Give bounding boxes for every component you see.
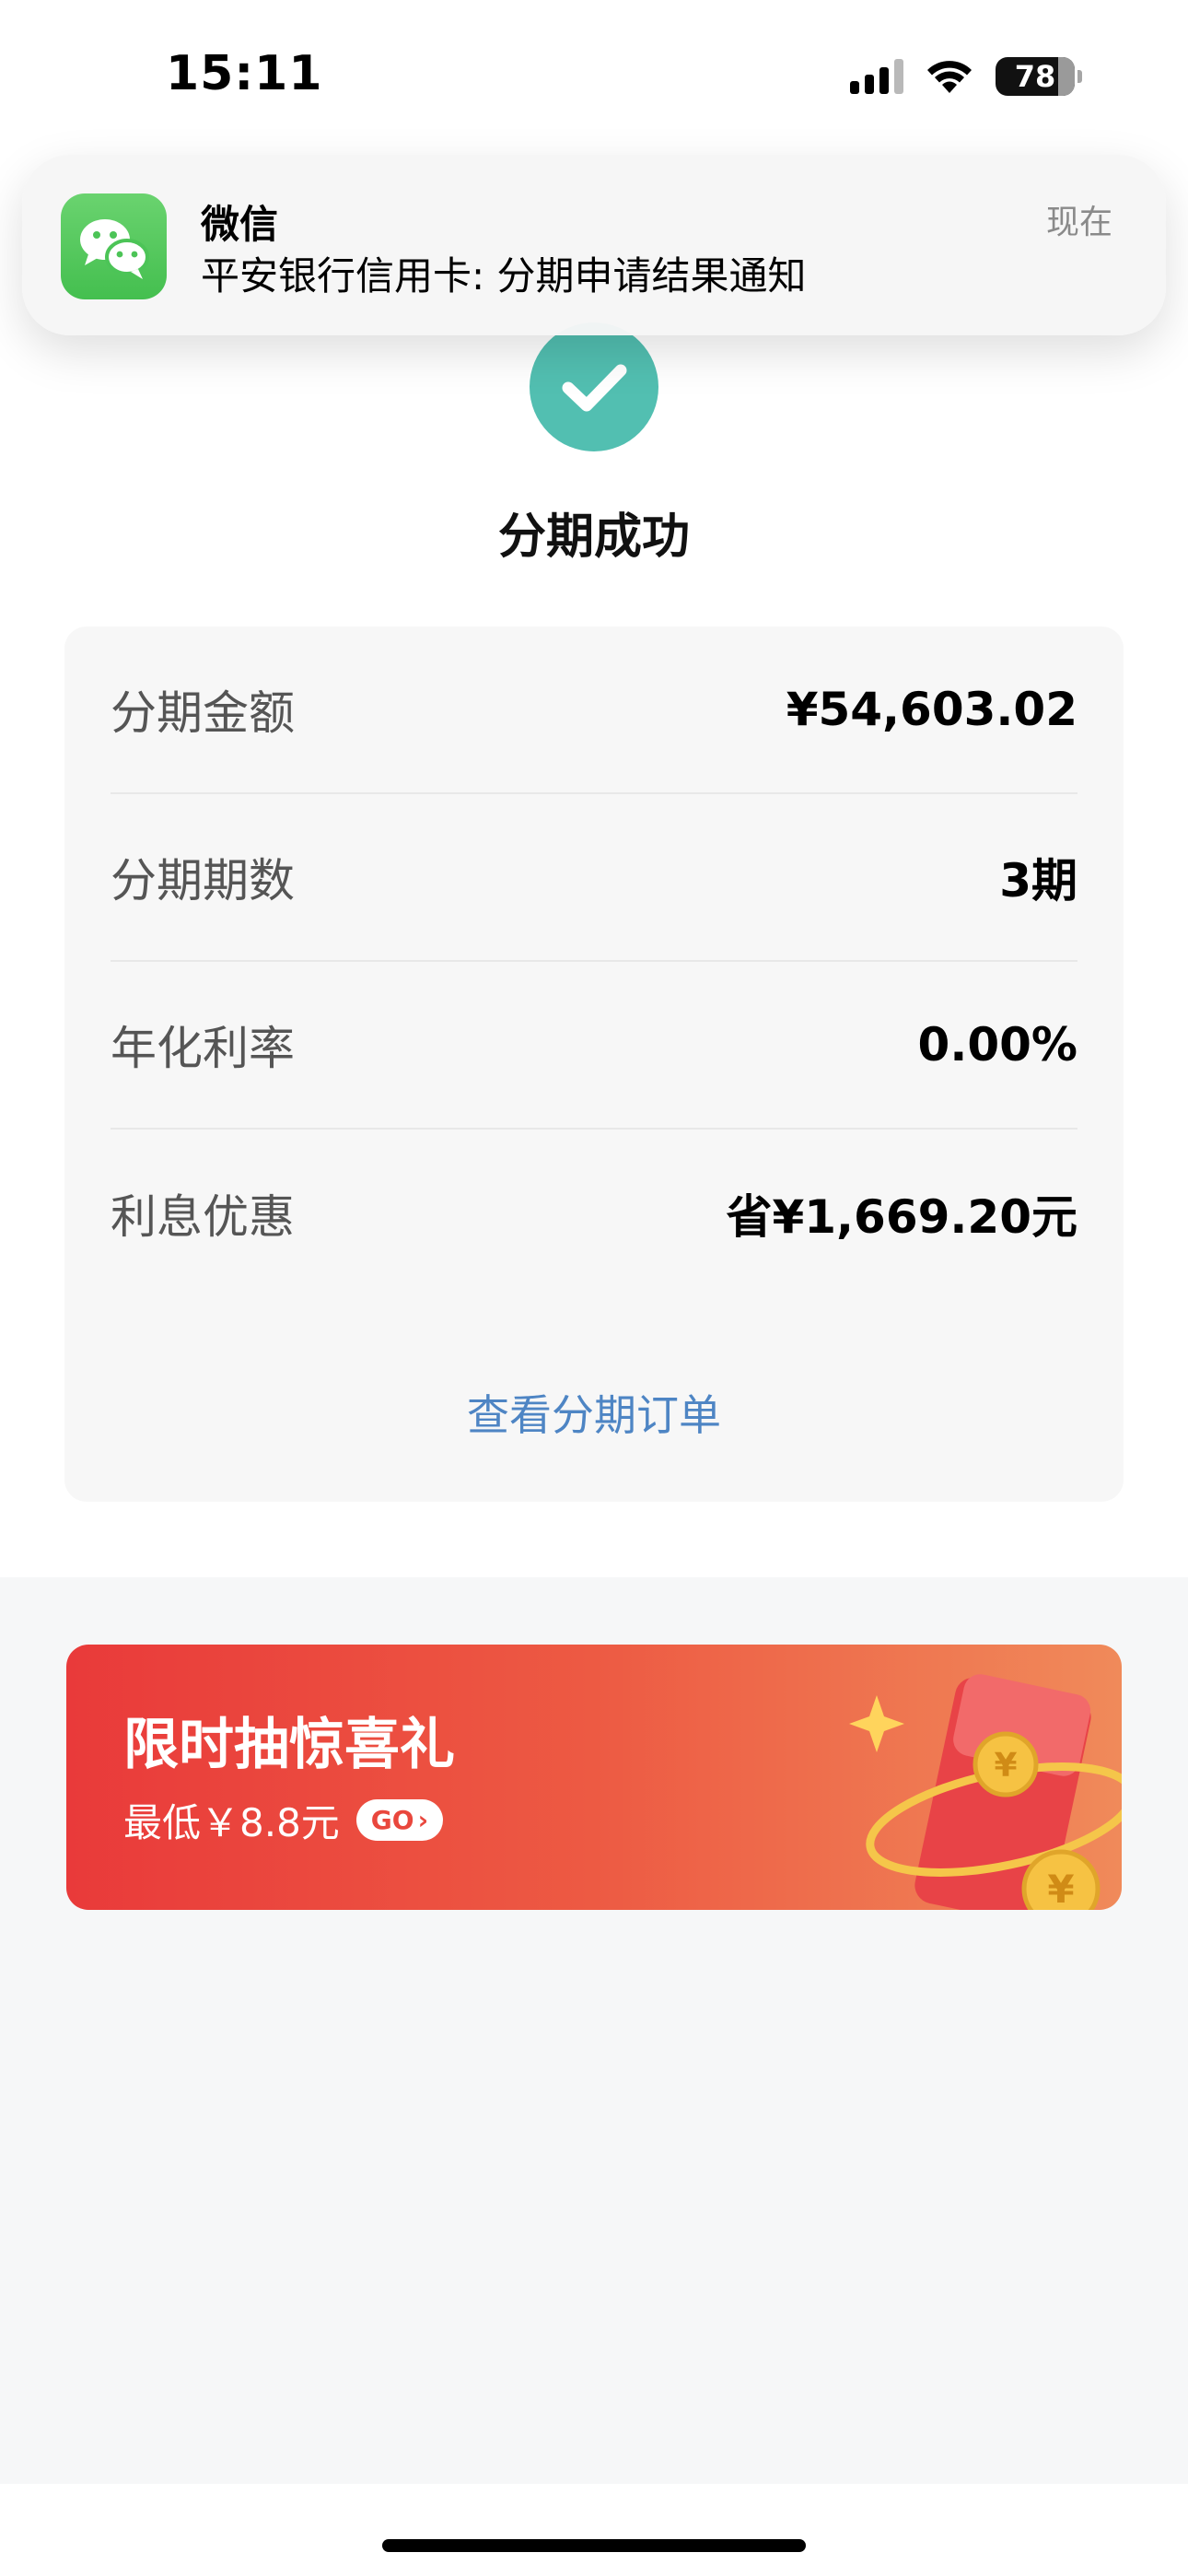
detail-value: 0.00%: [917, 1018, 1077, 1071]
notification-time: 现在: [1045, 204, 1112, 241]
checkmark-icon: [530, 322, 658, 451]
detail-row-amount: 分期金额 ¥54,603.02: [111, 626, 1077, 794]
promo-banner[interactable]: 限时抽惊喜礼 最低￥8.8元 GO › ¥ ¥: [66, 1645, 1122, 1910]
detail-value: ¥54,603.02: [786, 683, 1077, 736]
wechat-notification-banner[interactable]: 微信 平安银行信用卡: 分期申请结果通知 现在: [22, 155, 1166, 335]
svg-text:¥: ¥: [1047, 1867, 1074, 1910]
svg-text:¥: ¥: [994, 1747, 1017, 1785]
detail-row-periods: 分期期数 3期: [111, 794, 1077, 962]
wifi-icon: [927, 61, 972, 93]
detail-row-rate: 年化利率 0.00%: [111, 962, 1077, 1130]
promo-title: 限时抽惊喜礼: [123, 1713, 455, 1777]
detail-value: 省¥1,669.20元: [726, 1190, 1077, 1244]
detail-label: 分期期数: [111, 854, 295, 907]
detail-label: 年化利率: [111, 1022, 295, 1075]
result-title: 分期成功: [497, 509, 690, 565]
home-indicator[interactable]: [382, 2539, 806, 2552]
promo-subtitle-row: 最低￥8.8元 GO ›: [123, 1792, 444, 1848]
chevron-right-icon: ›: [417, 1805, 429, 1835]
red-envelope-icon: ¥ ¥: [849, 1674, 1122, 1910]
detail-value: 3期: [999, 854, 1077, 907]
status-time: 15:11: [166, 46, 323, 101]
status-icons: 78: [850, 57, 1082, 96]
notification-message: 平安银行信用卡: 分期申请结果通知: [201, 253, 807, 299]
notification-app-name: 微信: [201, 202, 279, 247]
wechat-icon: [61, 193, 167, 299]
cellular-signal-icon: [850, 59, 903, 94]
view-installment-order-link[interactable]: 查看分期订单: [64, 1382, 1124, 1443]
status-bar: 15:11 78: [0, 0, 1188, 157]
go-button[interactable]: GO ›: [355, 1799, 444, 1841]
detail-label: 分期金额: [111, 686, 295, 740]
detail-label: 利息优惠: [111, 1190, 295, 1244]
promo-subtitle: 最低￥8.8元: [123, 1800, 340, 1845]
battery-icon: 78: [996, 57, 1082, 96]
battery-level: 78: [1014, 59, 1056, 94]
go-label: GO: [370, 1805, 414, 1835]
installment-detail-card: 分期金额 ¥54,603.02 分期期数 3期 年化利率 0.00% 利息优惠 …: [64, 626, 1124, 1502]
detail-row-discount: 利息优惠 省¥1,669.20元: [111, 1130, 1077, 1297]
